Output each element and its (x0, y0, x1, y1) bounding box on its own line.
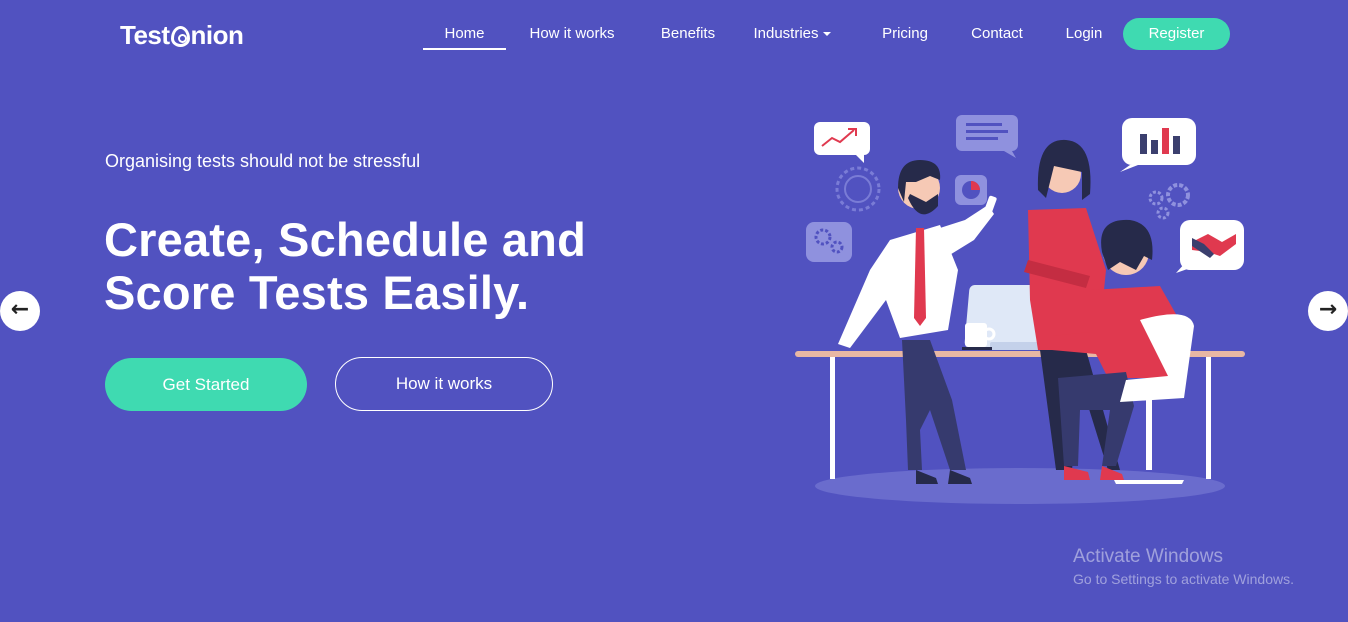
caret-down-icon (822, 32, 831, 37)
watermark-title: Activate Windows (1073, 546, 1223, 567)
onion-icon (170, 26, 190, 47)
windows-activation-watermark: Activate Windows Go to Settings to activ… (1073, 546, 1294, 587)
hero-headline-line1: Create, Schedule and (104, 213, 586, 266)
arrow-left-icon: ← (10, 297, 30, 322)
hero-headline: Create, Schedule and Score Tests Easily. (104, 213, 586, 319)
nav-pricing[interactable]: Pricing (846, 18, 964, 50)
document-bubble-icon (956, 115, 1018, 158)
nav-industries[interactable]: Industries (738, 18, 846, 50)
bar-chart-bubble-icon (1120, 118, 1196, 172)
desk-leg-left (830, 357, 835, 479)
brand-logo[interactable]: Test nion (120, 20, 244, 51)
carousel-prev-button[interactable]: ← (0, 291, 40, 331)
nav-login[interactable]: Login (1030, 18, 1138, 50)
clock-icon (835, 166, 881, 212)
settings-gears-icon (1148, 183, 1190, 220)
nav-home[interactable]: Home (423, 18, 506, 50)
handshake-bubble-icon (1176, 220, 1244, 273)
nav-contact[interactable]: Contact (964, 18, 1030, 50)
nav-industries-label: Industries (753, 25, 819, 42)
register-button[interactable]: Register (1123, 18, 1230, 50)
floor-shadow (815, 468, 1225, 504)
carousel-next-button[interactable]: → (1308, 291, 1348, 331)
desk-leg-right (1206, 357, 1211, 479)
nav-benefits[interactable]: Benefits (638, 18, 738, 50)
main-nav: Home How it works Benefits Industries Pr… (423, 18, 1138, 50)
team-working-illustration (795, 115, 1245, 504)
hero-tagline: Organising tests should not be stressful (105, 151, 421, 171)
brand-name-part1: Test (120, 20, 170, 50)
get-started-button[interactable]: Get Started (105, 358, 307, 411)
hero-headline-line2: Score Tests Easily. (104, 266, 530, 319)
how-it-works-button[interactable]: How it works (335, 357, 553, 411)
arrow-right-icon: → (1318, 297, 1338, 322)
gears-icon (806, 222, 852, 262)
nav-how-it-works[interactable]: How it works (506, 18, 638, 50)
pie-chart-bubble-icon (955, 175, 987, 205)
watermark-subtitle: Go to Settings to activate Windows. (1073, 571, 1294, 587)
brand-name-part2: nion (190, 20, 244, 50)
trend-chart-bubble-icon (814, 122, 870, 163)
